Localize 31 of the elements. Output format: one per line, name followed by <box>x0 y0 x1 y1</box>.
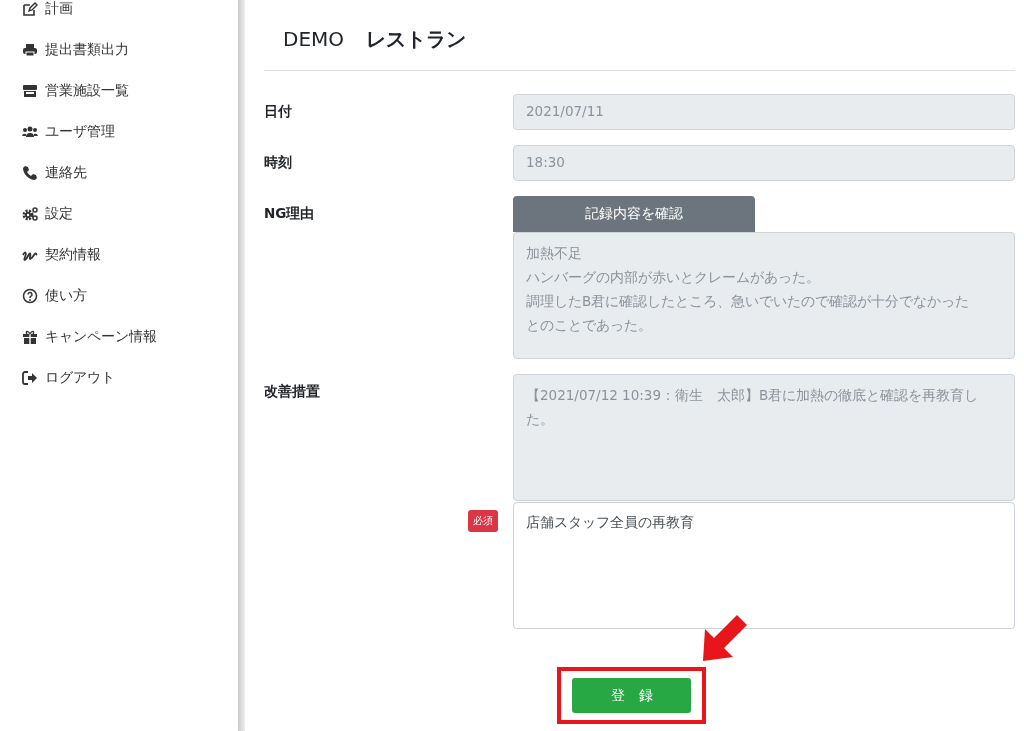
sidebar-item[interactable]: 営業施設一覧 <box>22 70 238 111</box>
pointer-arrow <box>701 613 749 663</box>
store-icon <box>22 82 38 99</box>
sidebar-item[interactable]: 計画 <box>22 0 238 29</box>
field-label: NG理由 <box>264 205 315 221</box>
sidebar-item[interactable]: ユーザ管理 <box>22 111 238 152</box>
field-label: 改善措置 <box>264 383 320 399</box>
text-line: 加熱不足 <box>526 244 582 263</box>
sidebar-item[interactable]: 設定 <box>22 193 238 234</box>
company-name: DEMO <box>283 27 345 51</box>
sidebar-item[interactable]: 連絡先 <box>22 152 238 193</box>
settings-icon <box>22 205 38 222</box>
phone-icon <box>22 164 38 181</box>
text-line: 調理したB君に確認したところ、急いでいたので確認が十分でなかった <box>526 292 970 311</box>
gift-icon <box>22 328 38 345</box>
text-line: とのことであった。 <box>526 316 652 335</box>
text-line: ハンバーグの内部が赤いとクレームがあった。 <box>526 268 820 287</box>
sidebar-item[interactable]: 使い方 <box>22 275 238 316</box>
sidebar-item[interactable]: キャンペーン情報 <box>22 316 238 357</box>
printer-icon <box>22 41 38 58</box>
sidebar-item[interactable]: 契約情報 <box>22 234 238 275</box>
help-icon <box>22 287 38 304</box>
field-label: 時刻 <box>264 154 292 170</box>
field-label: 日付 <box>264 103 292 119</box>
store-name: レストラン <box>366 26 467 53</box>
required-badge: 必須 <box>468 510 498 532</box>
edit-icon <box>22 0 38 17</box>
logout-icon <box>22 369 38 386</box>
sidebar-item[interactable]: 提出書類出力 <box>22 29 238 70</box>
text-area[interactable]: 店舗スタッフ全員の再教育 <box>513 502 1015 629</box>
sidebar-item[interactable]: ログアウト <box>22 357 238 398</box>
